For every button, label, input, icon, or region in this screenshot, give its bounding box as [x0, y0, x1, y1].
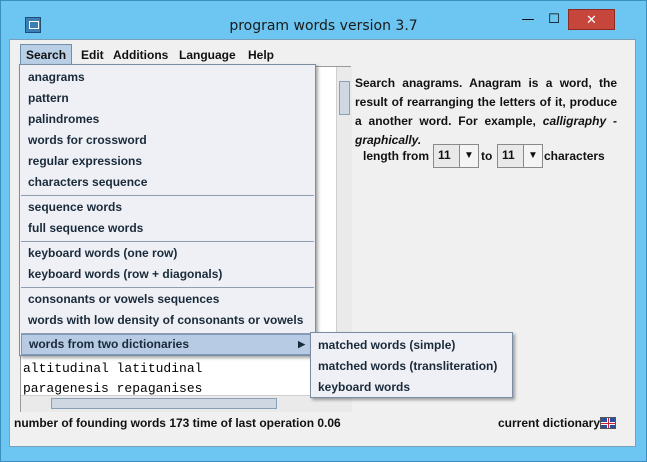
menu-help[interactable]: Help: [243, 44, 279, 66]
menu-item-words-from-two-dictionaries[interactable]: words from two dictionaries ▶: [21, 334, 314, 355]
result-line[interactable]: altitudinal latitudinal: [23, 361, 202, 376]
maximize-button[interactable]: ☐: [541, 9, 567, 30]
menu-separator: [21, 195, 314, 196]
menu-item-words-for-crossword[interactable]: words for crossword: [21, 130, 314, 151]
uk-flag-icon[interactable]: [600, 417, 616, 429]
menu-item-anagrams[interactable]: anagrams: [21, 67, 314, 88]
menu-search[interactable]: Search: [20, 44, 73, 66]
menu-item-characters-sequence[interactable]: characters sequence: [21, 172, 314, 193]
length-from-value: 11: [438, 148, 451, 162]
characters-label: characters: [544, 149, 605, 163]
menu-item-pattern[interactable]: pattern: [21, 88, 314, 109]
menu-item-full-sequence-words[interactable]: full sequence words: [21, 218, 314, 239]
submenu-item-matched-transliteration[interactable]: matched words (transliteration): [312, 356, 511, 377]
menu-item-palindromes[interactable]: palindromes: [21, 109, 314, 130]
menu-additions[interactable]: Additions: [108, 44, 173, 66]
vertical-scroll-thumb[interactable]: [339, 81, 350, 115]
menu-item-regular-expressions[interactable]: regular expressions: [21, 151, 314, 172]
horizontal-scroll-thumb[interactable]: [51, 398, 277, 409]
submenu-item-matched-simple[interactable]: matched words (simple): [312, 335, 511, 356]
two-dictionaries-submenu: matched words (simple) matched words (tr…: [310, 332, 513, 398]
title-bar[interactable]: program words version 3.7 — ☐ ✕: [1, 1, 646, 39]
menu-separator: [21, 241, 314, 242]
status-text: number of founding words 173 time of las…: [14, 416, 341, 430]
menu-separator: [21, 287, 314, 288]
length-from-combo[interactable]: 11 ▼: [433, 144, 479, 168]
menu-item-sequence-words[interactable]: sequence words: [21, 197, 314, 218]
menu-item-keyboard-words-diagonals[interactable]: keyboard words (row + diagonals): [21, 264, 314, 285]
menu-bar: Search Edit Additions Language Help: [10, 40, 635, 66]
minimize-button[interactable]: —: [515, 9, 541, 30]
to-label: to: [481, 149, 493, 163]
menu-item-label: words from two dictionaries: [29, 337, 190, 351]
result-line[interactable]: paragenesis repaganises: [23, 381, 202, 396]
menu-edit[interactable]: Edit: [76, 44, 109, 66]
length-to-combo[interactable]: 11 ▼: [497, 144, 543, 168]
chevron-down-icon[interactable]: ▼: [523, 145, 542, 167]
current-dictionary-label: current dictionary: [498, 416, 601, 430]
search-description: Search anagrams. Anagram is a word, the …: [355, 74, 617, 150]
length-to-value: 11: [502, 148, 515, 162]
horizontal-scrollbar[interactable]: [21, 395, 352, 412]
chevron-down-icon[interactable]: ▼: [459, 145, 478, 167]
submenu-arrow-icon: ▶: [298, 339, 305, 349]
menu-language[interactable]: Language: [174, 44, 241, 66]
length-from-label: length from: [363, 149, 429, 163]
close-button[interactable]: ✕: [568, 9, 615, 30]
menu-item-consonants-vowels-sequences[interactable]: consonants or vowels sequences: [21, 289, 314, 310]
submenu-item-keyboard-words[interactable]: keyboard words: [312, 377, 511, 398]
search-dropdown-menu: anagrams pattern palindromes words for c…: [19, 64, 316, 356]
menu-item-low-density[interactable]: words with low density of consonants or …: [21, 310, 314, 331]
menu-item-keyboard-words-one-row[interactable]: keyboard words (one row): [21, 243, 314, 264]
